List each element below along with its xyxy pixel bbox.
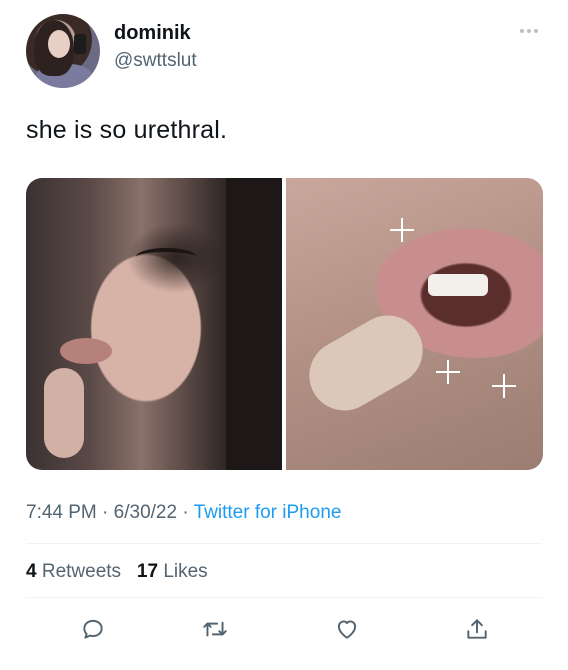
likes-stat[interactable]: 17 Likes bbox=[137, 561, 208, 582]
photo-eye bbox=[136, 248, 196, 266]
retweet-icon[interactable] bbox=[198, 612, 232, 646]
photo-right[interactable] bbox=[286, 178, 543, 470]
tweet-stats: 4 Retweets 17 Likes bbox=[26, 561, 208, 583]
sparkle-icon bbox=[390, 218, 414, 242]
sparkle-icon bbox=[492, 374, 516, 398]
avatar-phone bbox=[74, 34, 86, 54]
share-icon[interactable] bbox=[460, 612, 494, 646]
photo-teeth bbox=[428, 274, 488, 296]
author-handle[interactable]: @swttslut bbox=[114, 50, 197, 72]
tweet-text: she is so urethral. bbox=[26, 116, 228, 144]
avatar-face bbox=[48, 30, 70, 58]
photo-finger bbox=[44, 368, 84, 458]
divider bbox=[26, 597, 542, 598]
photo-hair bbox=[226, 178, 282, 470]
likes-label: Likes bbox=[163, 561, 208, 582]
retweets-count: 4 bbox=[26, 561, 37, 582]
sparkle-icon bbox=[436, 360, 460, 384]
like-icon[interactable] bbox=[330, 612, 364, 646]
tweet-meta: 7:44 PM · 6/30/22 · Twitter for iPhone bbox=[26, 502, 341, 524]
action-bar bbox=[0, 612, 568, 646]
media-grid bbox=[26, 178, 543, 470]
more-options-icon[interactable] bbox=[514, 24, 544, 38]
reply-icon[interactable] bbox=[76, 612, 110, 646]
author-name[interactable]: dominik bbox=[114, 22, 191, 45]
tweet-time[interactable]: 7:44 PM bbox=[26, 502, 97, 523]
meta-separator: · bbox=[96, 502, 114, 523]
photo-lips bbox=[60, 338, 112, 364]
tweet-date[interactable]: 6/30/22 bbox=[114, 502, 177, 523]
retweets-stat[interactable]: 4 Retweets bbox=[26, 561, 121, 582]
divider bbox=[26, 543, 542, 544]
retweets-label: Retweets bbox=[41, 561, 122, 582]
tweet-source[interactable]: Twitter for iPhone bbox=[194, 502, 342, 523]
meta-separator: · bbox=[177, 502, 194, 523]
likes-count: 17 bbox=[136, 561, 159, 582]
avatar[interactable] bbox=[26, 14, 100, 88]
photo-left[interactable] bbox=[26, 178, 282, 470]
